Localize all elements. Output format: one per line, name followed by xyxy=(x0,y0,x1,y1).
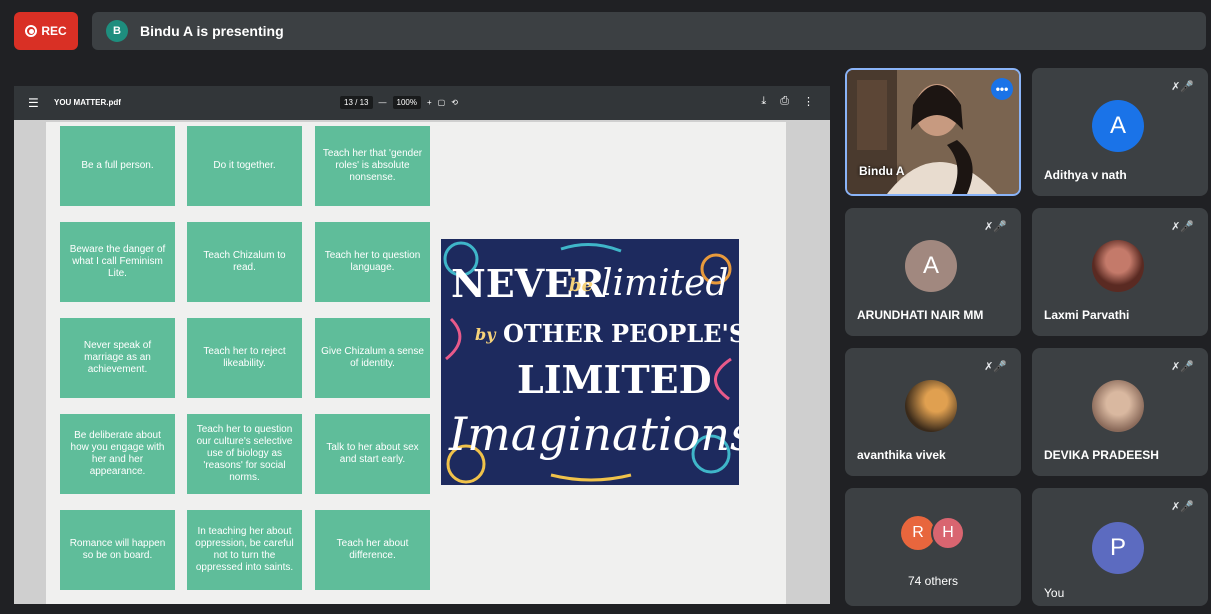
recording-indicator[interactable]: REC xyxy=(14,12,78,50)
tip-card: Never speak of marriage as an achievemen… xyxy=(60,318,175,398)
poster-other-peoples: OTHER PEOPLE'S xyxy=(503,319,739,348)
presenter-text: Bindu A is presenting xyxy=(140,23,284,39)
participant-name: DEVIKA PRADEESH xyxy=(1044,448,1159,462)
fit-page-icon[interactable]: ▢ xyxy=(438,98,446,107)
tip-card: Give Chizalum a sense of identity. xyxy=(315,318,430,398)
presenter-avatar: B xyxy=(106,20,128,42)
mic-off-icon: ✗🎤 xyxy=(1171,501,1194,513)
hamburger-menu-icon[interactable]: ☰ xyxy=(28,96,39,110)
mic-off-icon: ✗🎤 xyxy=(984,361,1007,373)
poster-limited-script: limited xyxy=(601,263,729,304)
participant-name: Laxmi Parvathi xyxy=(1044,308,1130,322)
more-vert-icon[interactable]: ⋮ xyxy=(803,95,814,108)
others-count: 74 others xyxy=(907,574,959,588)
participant-photo xyxy=(905,380,957,432)
tip-card: In teaching her about oppression, be car… xyxy=(187,510,302,590)
rotate-icon[interactable]: ⟲ xyxy=(451,98,458,107)
mic-off-icon: ✗🎤 xyxy=(1171,361,1194,373)
tip-card: Romance will happen so be on board. xyxy=(60,510,175,590)
record-icon xyxy=(25,25,38,37)
participant-tile-avanthika[interactable]: ✗🎤 avanthika vivek xyxy=(845,348,1021,476)
tip-card: Do it together. xyxy=(187,126,302,206)
pdf-file-name: YOU MATTER.pdf xyxy=(54,98,121,107)
page-indicator[interactable]: 13 / 13 xyxy=(340,96,373,109)
tip-card: Teach her to reject likeability. xyxy=(187,318,302,398)
pdf-toolbar: ☰ YOU MATTER.pdf 13 / 13 — 100% + ▢ ⟲ ⤓ … xyxy=(14,86,830,120)
poster-imaginations: Imaginations xyxy=(449,407,739,461)
participant-name: You xyxy=(1044,586,1065,600)
meeting-stage: REC B Bindu A is presenting ☰ YOU MATTER… xyxy=(0,0,1211,614)
participant-tile-devika[interactable]: ✗🎤 DEVIKA PRADEESH xyxy=(1032,348,1208,476)
page-separator: / xyxy=(355,98,358,107)
mic-off-icon: ✗🎤 xyxy=(984,221,1007,233)
tip-card: Be a full person. xyxy=(60,126,175,206)
tip-card: Teach her to question language. xyxy=(315,222,430,302)
others-avatar-r: R xyxy=(901,516,935,550)
presenter-banner: B Bindu A is presenting xyxy=(92,12,1206,50)
participant-tile-you[interactable]: ✗🎤 P You xyxy=(1032,488,1208,606)
others-avatar-h: H xyxy=(931,516,965,550)
tip-card: Beware the danger of what I call Feminis… xyxy=(60,222,175,302)
poster-be: be xyxy=(569,275,594,296)
participant-avatar: P xyxy=(1092,522,1144,574)
participant-name: Bindu A xyxy=(859,164,905,178)
participant-name: ARUNDHATI NAIR MM xyxy=(857,308,984,322)
page-total: 13 xyxy=(359,98,369,107)
poster-by: by xyxy=(475,325,496,344)
tip-card: Talk to her about sex and start early. xyxy=(315,414,430,494)
participant-tile-laxmi[interactable]: ✗🎤 Laxmi Parvathi xyxy=(1032,208,1208,336)
page-current: 13 xyxy=(344,98,353,107)
participant-avatar: A xyxy=(905,240,957,292)
pdf-actions: ⤓ ⎙ ⋮ xyxy=(761,95,814,108)
tip-card: Teach her to question our culture's sele… xyxy=(187,414,302,494)
mic-off-icon: ✗🎤 xyxy=(1171,221,1194,233)
recording-label: REC xyxy=(41,24,67,38)
tip-card: Teach Chizalum to read. xyxy=(187,222,302,302)
participant-avatar: A xyxy=(1092,100,1144,152)
mic-off-icon: ✗🎤 xyxy=(1171,81,1194,93)
tip-card: Teach her that 'gender roles' is absolut… xyxy=(315,126,430,206)
participant-name: avanthika vivek xyxy=(857,448,946,462)
poster-limited: LIMITED xyxy=(517,357,712,402)
print-icon[interactable]: ⎙ xyxy=(780,95,789,108)
quote-poster: NEVER be limited by OTHER PEOPLE'S LIMIT… xyxy=(441,239,739,485)
participant-tile-adithya[interactable]: ✗🎤 A Adithya v nath xyxy=(1032,68,1208,196)
page-controls: 13 / 13 — 100% + ▢ ⟲ xyxy=(340,96,458,109)
participant-tile-bindu[interactable]: ••• Bindu A xyxy=(845,68,1021,196)
download-icon[interactable]: ⤓ xyxy=(761,95,766,108)
participant-photo xyxy=(1092,380,1144,432)
tip-card: Teach her about difference. xyxy=(315,510,430,590)
more-options-icon[interactable]: ••• xyxy=(991,78,1013,100)
zoom-in-button[interactable]: + xyxy=(427,98,432,107)
tip-card: Be deliberate about how you engage with … xyxy=(60,414,175,494)
others-tile[interactable]: R H 74 others xyxy=(845,488,1021,606)
zoom-level[interactable]: 100% xyxy=(392,96,421,109)
participant-photo xyxy=(1092,240,1144,292)
participant-name: Adithya v nath xyxy=(1044,168,1127,182)
zoom-out-button[interactable]: — xyxy=(379,98,387,107)
participant-tile-arundhati[interactable]: ✗🎤 A ARUNDHATI NAIR MM xyxy=(845,208,1021,336)
